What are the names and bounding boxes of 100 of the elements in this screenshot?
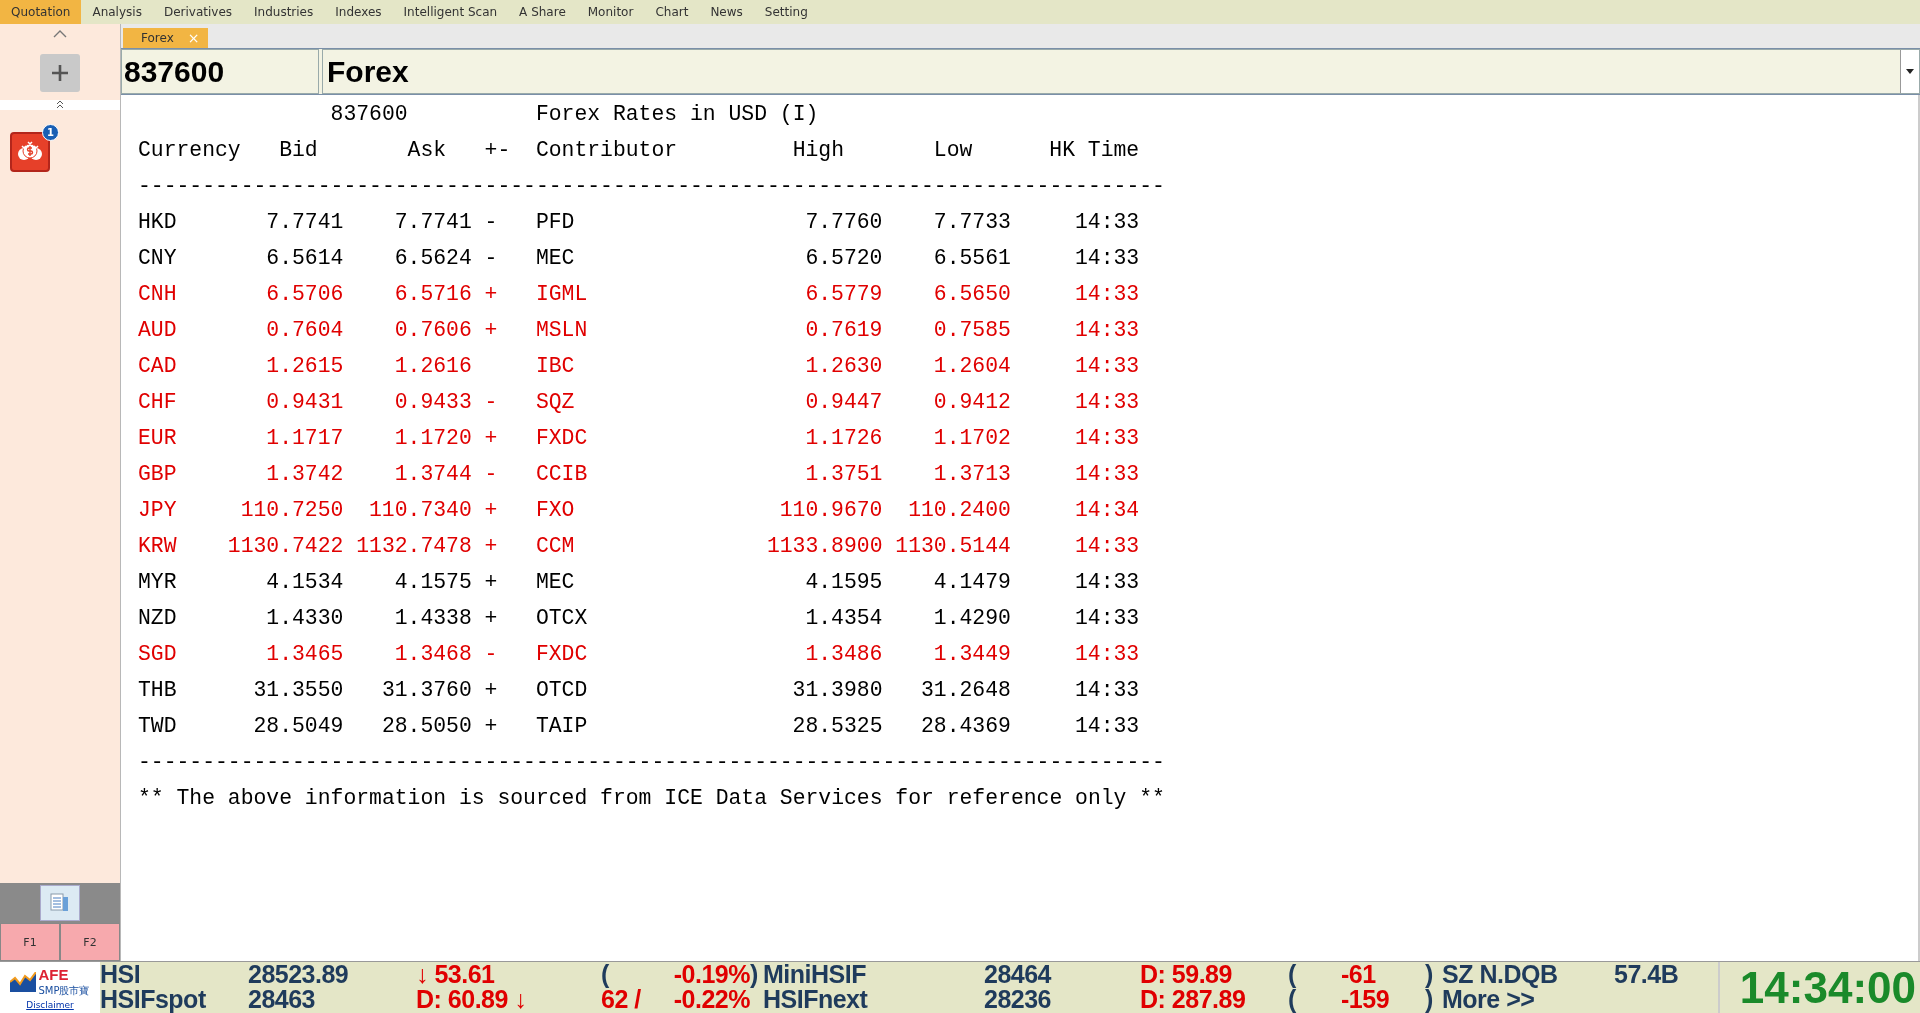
ticker-value: ( <box>1288 987 1296 1012</box>
menu-item[interactable]: Indexes <box>324 0 393 24</box>
table-cell-text: 0.7604 <box>265 317 344 344</box>
ticker-value: D: 59.89 <box>1140 962 1232 987</box>
table-cell-text: 28.4369 <box>919 713 1011 740</box>
table-cell-text: TWD <box>138 713 178 740</box>
menu-item[interactable]: Derivatives <box>152 0 243 24</box>
ticker-value: -0.22% <box>673 987 750 1012</box>
table-cell-text: 7.7733 <box>932 209 1011 236</box>
table-cell-text: 14:33 <box>1074 713 1140 740</box>
table-cell-text: 0.7585 <box>932 317 1011 344</box>
document-icon <box>49 892 71 914</box>
table-cell-text: MSLN <box>535 317 589 344</box>
table-cell-text: 110.7250 <box>239 497 344 524</box>
dropdown-icon[interactable] <box>1906 69 1914 74</box>
table-cell-text: 0.9433 <box>393 389 472 416</box>
ticker-value: 28523.89 <box>248 962 349 987</box>
ticker-value: ) <box>1425 987 1433 1012</box>
column-header: Low <box>933 137 974 164</box>
column-header: Currency <box>138 137 242 164</box>
menu-item[interactable]: Setting <box>753 0 819 24</box>
disclaimer-link[interactable]: Disclaimer <box>26 1000 74 1010</box>
table-cell-text: 1.3742 <box>265 461 344 488</box>
table-cell-text: GBP <box>138 461 178 488</box>
table-cell-text: 1.2616 <box>393 353 472 380</box>
table-cell-text: - <box>483 461 499 488</box>
table-cell-text: 0.9447 <box>804 389 883 416</box>
ticker-value: D: 287.89 <box>1140 987 1246 1012</box>
table-cell-text: PFD <box>535 209 576 236</box>
table-cell-text: HKD <box>138 209 178 236</box>
table-cell-text: 6.5561 <box>932 245 1011 272</box>
table-cell-text: CHF <box>138 389 178 416</box>
table-cell-text: + <box>483 317 499 344</box>
table-cell-text: IBC <box>535 353 576 380</box>
ticker-value: 28463 <box>248 987 316 1012</box>
menu-item[interactable]: Intelligent Scan <box>392 0 509 24</box>
ticker-value: SZ N.DQB <box>1442 962 1558 987</box>
column-header: +- <box>484 137 512 164</box>
table-cell-text: + <box>483 281 499 308</box>
table-cell-text: 31.3760 <box>380 677 472 704</box>
function-key-button[interactable]: F1 <box>0 923 60 961</box>
menu-item[interactable]: Analysis <box>81 0 153 24</box>
menu-item[interactable]: Quotation <box>0 0 82 24</box>
menu-item[interactable]: News <box>699 0 754 24</box>
table-cell-text: TAIP <box>535 713 589 740</box>
add-button[interactable] <box>40 54 80 92</box>
table-cell-text: MEC <box>535 245 576 272</box>
table-cell-text: 1.3751 <box>804 461 883 488</box>
table-cell-text: 0.9412 <box>932 389 1011 416</box>
separator-line: -------------------------------------------------------------------------------- <box>138 749 1166 776</box>
table-cell-text: 14:33 <box>1074 389 1140 416</box>
ticker-value: -159 <box>1341 987 1390 1012</box>
table-cell-text: 14:33 <box>1074 317 1140 344</box>
table-cell-text: THB <box>138 677 178 704</box>
table-cell-text: FXO <box>535 497 576 524</box>
table-cell-text: 14:33 <box>1074 569 1140 596</box>
function-key-button[interactable]: F2 <box>60 923 120 961</box>
table-cell-text: 1.3465 <box>265 641 344 668</box>
document-button[interactable] <box>40 885 80 921</box>
table-cell-text: 31.3980 <box>791 677 883 704</box>
table-cell-text: 1132.7478 <box>355 533 472 560</box>
ticker-value: 62 / <box>600 987 641 1012</box>
menu-item[interactable]: A Share <box>508 0 577 24</box>
collapse-up-icon[interactable] <box>53 30 67 38</box>
table-cell-text: 14:33 <box>1074 245 1140 272</box>
tab[interactable]: Forex × <box>123 28 208 48</box>
table-cell-text: 0.9431 <box>265 389 344 416</box>
table-cell-text: 110.9670 <box>778 497 883 524</box>
table-cell-text: 4.1534 <box>265 569 344 596</box>
expand-up-icon[interactable] <box>56 100 64 110</box>
menu-item[interactable]: Monitor <box>576 0 645 24</box>
menu-item[interactable]: Chart <box>644 0 700 24</box>
column-header: Bid <box>279 137 319 164</box>
ticker-value: D: 60.89 ↓ <box>416 987 527 1012</box>
table-cell-text: 1.3713 <box>932 461 1011 488</box>
code-field[interactable]: 837600 <box>121 49 319 94</box>
table-cell-text: KRW <box>138 533 178 560</box>
ticker-value: MiniHSIF <box>763 962 866 987</box>
table-cell-text: 7.7741 <box>393 209 472 236</box>
ticker-value: HSIFspot <box>100 987 206 1012</box>
logo-subtitle: SMP股市寶 <box>38 984 90 998</box>
table-cell-text: 1.3486 <box>804 641 883 668</box>
table-cell-text: + <box>483 533 499 560</box>
table-cell-text: 14:33 <box>1074 209 1140 236</box>
table-cell-text: 31.2648 <box>919 677 1011 704</box>
table-cell-text: MYR <box>138 569 178 596</box>
table-cell-text: 28.5049 <box>252 713 344 740</box>
ticker-value: HSIFnext <box>763 987 868 1012</box>
separator-line: -------------------------------------------------------------------------------- <box>138 173 1166 200</box>
table-cell-text: 14:33 <box>1074 353 1140 380</box>
app-button[interactable] <box>10 132 50 172</box>
table-cell-text: 14:34 <box>1074 497 1140 524</box>
table-cell-text: 1.1717 <box>265 425 344 452</box>
table-cell-text: JPY <box>138 497 178 524</box>
table-cell-text: 1.4290 <box>932 605 1011 632</box>
table-cell-text: 14:33 <box>1074 461 1140 488</box>
name-dropdown[interactable]: Forex <box>322 49 1920 94</box>
table-cell-text: SQZ <box>535 389 576 416</box>
table-cell-text: 1.4338 <box>393 605 472 632</box>
menu-item[interactable]: Industries <box>243 0 325 24</box>
